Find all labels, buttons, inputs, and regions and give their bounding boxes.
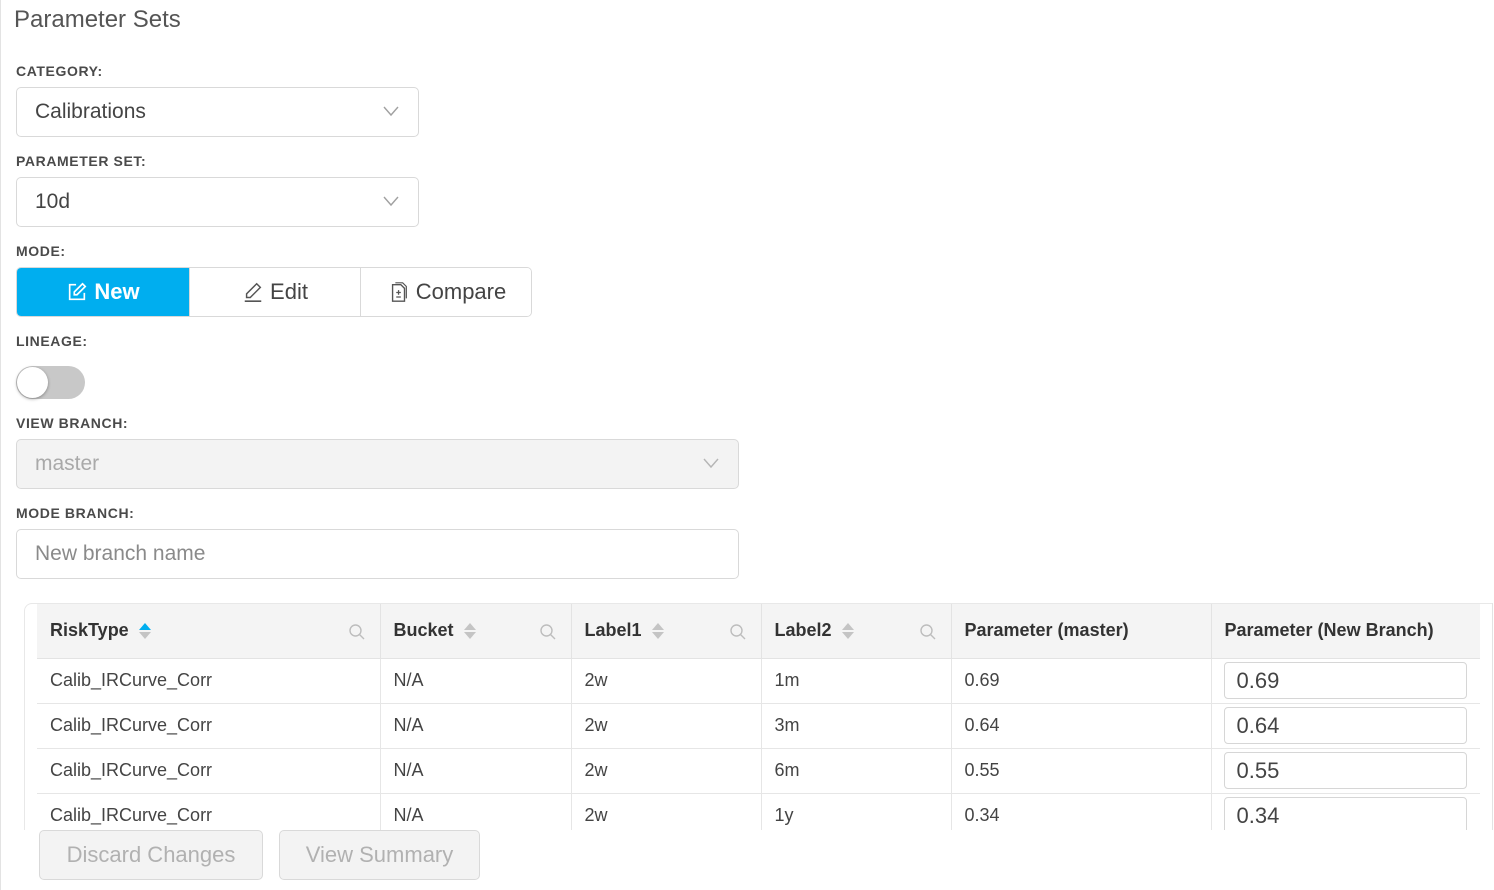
column-header-param-new: Parameter (New Branch) [1210,604,1480,659]
chevron-down-icon [702,454,720,472]
param-new-input[interactable] [1223,707,1467,744]
mode-branch-label: MODE BRANCH: [16,505,135,521]
category-select[interactable]: Calibrations [16,87,419,137]
sort-icon[interactable] [651,622,664,639]
mode-new-label: New [94,279,140,304]
search-icon[interactable] [729,623,747,641]
toggle-knob [17,367,48,398]
parameters-table: RiskType Bucket Label1 Label2 Parameter … [37,604,1480,830]
table-scrollbar[interactable] [1492,603,1493,830]
search-icon[interactable] [348,623,366,641]
edit-square-icon [69,282,87,301]
diff-document-icon [391,282,407,302]
cell-label1: 2w [570,703,761,749]
mode-edit-button[interactable]: Edit [189,268,360,316]
cell-label2: 1y [760,793,951,830]
parameter-set-label: PARAMETER SET: [16,153,147,169]
column-header-param-master: Parameter (master) [950,604,1211,659]
cell-risktype: Calib_IRCurve_Corr [37,658,380,704]
cell-label1: 2w [570,658,761,704]
parameter-sets-page: Parameter Sets CATEGORY: Calibrations PA… [0,0,1494,890]
column-title: Parameter (New Branch) [1224,620,1434,641]
table-row: Calib_IRCurve_Corr N/A 2w 1y 0.34 [37,793,1480,830]
column-title: Label2 [774,620,832,641]
mode-compare-label: Compare [415,279,507,304]
mode-segmented-control: New Edit Compare [16,267,532,317]
parameters-table-container: RiskType Bucket Label1 Label2 Parameter … [24,603,1493,830]
view-summary-button[interactable]: View Summary [279,830,480,880]
search-icon[interactable] [539,623,557,641]
category-value: Calibrations [35,100,146,123]
discard-changes-button[interactable]: Discard Changes [39,830,263,880]
column-title: Label1 [584,620,642,641]
cell-param-new [1210,748,1480,794]
view-branch-label: VIEW BRANCH: [16,415,129,431]
search-icon[interactable] [919,623,937,641]
cell-param-new [1210,703,1480,749]
parameter-set-value: 10d [35,190,71,213]
cell-param-new [1210,658,1480,704]
mode-edit-label: Edit [270,279,308,304]
chevron-down-icon [382,192,400,210]
cell-bucket: N/A [379,658,571,704]
pencil-icon [244,282,262,302]
mode-new-button[interactable]: New [17,268,189,316]
parameter-set-select[interactable]: 10d [16,177,419,227]
column-title: Bucket [393,620,454,641]
cell-risktype: Calib_IRCurve_Corr [37,703,380,749]
sort-icon[interactable] [841,622,854,639]
param-new-input[interactable] [1223,752,1467,789]
view-branch-value: master [35,452,100,475]
cell-param-new [1210,793,1480,830]
cell-param-master: 0.64 [950,703,1211,749]
column-title: Parameter (master) [964,620,1129,641]
cell-label2: 6m [760,748,951,794]
cell-label2: 3m [760,703,951,749]
cell-label2: 1m [760,658,951,704]
sort-icon[interactable] [138,622,151,639]
page-title: Parameter Sets [14,6,181,33]
table-row: Calib_IRCurve_Corr N/A 2w 1m 0.69 [37,658,1480,704]
cell-label1: 2w [570,748,761,794]
mode-label: MODE: [16,243,66,259]
lineage-toggle[interactable] [16,366,85,399]
cell-risktype: Calib_IRCurve_Corr [37,793,380,830]
column-title: RiskType [50,620,129,641]
param-new-input[interactable] [1223,797,1467,830]
column-header-label2[interactable]: Label2 [760,604,951,659]
table-row: Calib_IRCurve_Corr N/A 2w 3m 0.64 [37,703,1480,749]
cell-param-master: 0.55 [950,748,1211,794]
column-header-risktype[interactable]: RiskType [37,604,380,659]
table-row: Calib_IRCurve_Corr N/A 2w 6m 0.55 [37,748,1480,794]
cell-param-master: 0.34 [950,793,1211,830]
table-header-row: RiskType Bucket Label1 Label2 Parameter … [37,604,1480,659]
mode-compare-button[interactable]: Compare [360,268,531,316]
cell-param-master: 0.69 [950,658,1211,704]
mode-branch-input[interactable] [16,529,739,579]
chevron-down-icon [382,102,400,120]
category-label: CATEGORY: [16,63,103,79]
column-header-bucket[interactable]: Bucket [379,604,571,659]
cell-bucket: N/A [379,748,571,794]
column-header-label1[interactable]: Label1 [570,604,761,659]
param-new-input[interactable] [1223,662,1467,699]
cell-bucket: N/A [379,703,571,749]
view-branch-select[interactable]: master [16,439,739,489]
sort-icon[interactable] [463,622,476,639]
lineage-label: LINEAGE: [16,333,88,349]
cell-bucket: N/A [379,793,571,830]
cell-label1: 2w [570,793,761,830]
cell-risktype: Calib_IRCurve_Corr [37,748,380,794]
